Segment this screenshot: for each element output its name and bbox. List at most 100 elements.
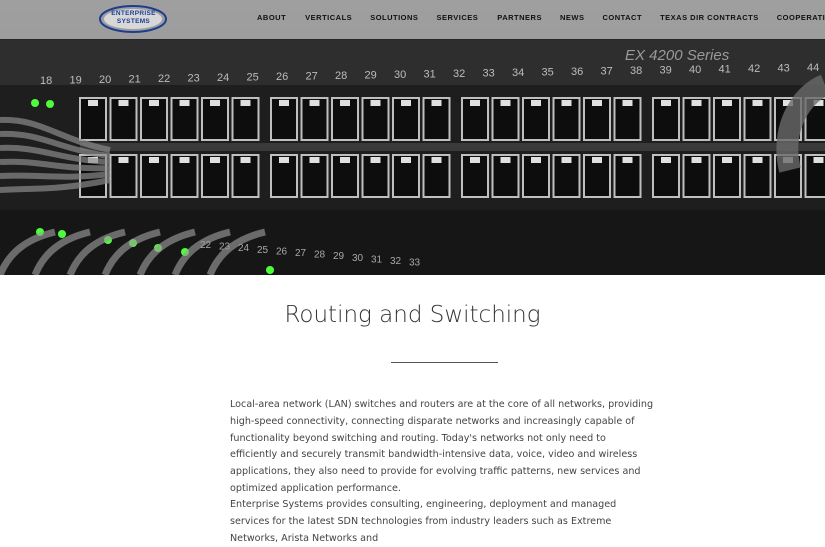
status-led (46, 100, 54, 108)
port-latch (432, 157, 442, 163)
port-number-label: 22 (158, 73, 170, 85)
port-latch (592, 157, 602, 163)
port-number-label: 31 (424, 69, 436, 81)
port-latch (722, 157, 732, 163)
services-paragraph: Enterprise Systems provides consulting, … (230, 497, 655, 547)
port-number-label: 26 (276, 246, 288, 257)
port-number-label: 24 (217, 72, 229, 84)
port-latch (180, 100, 190, 106)
port-latch (88, 100, 98, 106)
port-latch (371, 157, 381, 163)
title-divider (391, 362, 498, 363)
port-latch (692, 100, 702, 106)
port-latch (562, 157, 572, 163)
nav-item-texas-dir-contracts[interactable]: TEXAS DIR CONTRACTS (660, 13, 759, 22)
nav-item-news[interactable]: NEWS (560, 13, 585, 22)
port-number-label: 36 (571, 66, 583, 78)
status-led (31, 99, 39, 107)
port-number-label: 32 (453, 68, 465, 80)
port-number-label: 33 (409, 258, 421, 269)
status-led (266, 266, 274, 274)
port-latch (371, 100, 381, 106)
status-led (58, 230, 66, 238)
port-latch (661, 157, 671, 163)
port-latch (753, 157, 763, 163)
port-number-label: 40 (689, 64, 701, 76)
port-latch (592, 100, 602, 106)
port-latch (149, 157, 159, 163)
port-number-label: 27 (306, 71, 318, 83)
port-number-label: 29 (333, 251, 345, 262)
port-latch (661, 100, 671, 106)
port-number-label: 43 (778, 63, 790, 75)
port-latch (501, 157, 511, 163)
enterprise-systems-logo[interactable]: ENTERPRISE SYSTEMS (99, 3, 168, 34)
port-number-label: 38 (630, 65, 642, 77)
port-number-label: 31 (371, 254, 383, 265)
port-latch (310, 157, 320, 163)
port-latch (241, 157, 251, 163)
port-number-label: 33 (483, 68, 495, 80)
port-latch (623, 157, 633, 163)
port-latch (753, 100, 763, 106)
port-latch (119, 157, 129, 163)
port-latch (562, 100, 572, 106)
logo-text-line2: SYSTEMS (99, 18, 168, 25)
port-latch (814, 157, 824, 163)
port-latch (340, 157, 350, 163)
port-latch (470, 157, 480, 163)
page-title: Routing and Switching (0, 302, 825, 328)
port-latch (722, 100, 732, 106)
nav-item-solutions[interactable]: SOLUTIONS (370, 13, 418, 22)
port-number-label: 34 (512, 67, 524, 79)
port-latch (180, 157, 190, 163)
nav-item-verticals[interactable]: VERTICALS (305, 13, 352, 22)
port-number-label: 19 (70, 75, 82, 87)
port-number-label: 29 (365, 70, 377, 82)
port-number-label: 41 (719, 64, 731, 76)
port-latch (279, 100, 289, 106)
port-number-label: 30 (394, 69, 406, 81)
port-row-separator (80, 143, 825, 151)
port-latch (531, 157, 541, 163)
port-number-label: 30 (352, 253, 364, 264)
nav-item-partners[interactable]: PARTNERS (497, 13, 542, 22)
port-number-label: 28 (314, 250, 326, 261)
port-latch (501, 100, 511, 106)
port-number-label: 42 (748, 63, 760, 75)
port-latch (692, 157, 702, 163)
port-latch (623, 100, 633, 106)
network-cable (0, 174, 110, 177)
port-number-label: 39 (660, 65, 672, 77)
port-latch (210, 100, 220, 106)
switch-model-label: EX 4200 Series (625, 47, 730, 64)
port-number-label: 21 (129, 74, 141, 86)
port-number-label: 32 (390, 256, 402, 267)
nav-item-contact[interactable]: CONTACT (602, 13, 642, 22)
port-number-label: 20 (99, 74, 111, 86)
port-number-label: 26 (276, 71, 288, 83)
port-latch (432, 100, 442, 106)
port-latch (210, 157, 220, 163)
port-number-label: 25 (247, 72, 259, 84)
port-number-label: 25 (257, 245, 269, 256)
port-latch (119, 100, 129, 106)
port-number-label: 35 (542, 67, 554, 79)
nav-item-about[interactable]: ABOUT (257, 13, 286, 22)
hero-banner-image: EX 4200 Series 18 19 20 21 22 23 24 25 26 27 28 29 3… (0, 0, 825, 275)
port-number-label: 28 (335, 70, 347, 82)
nav-item-services[interactable]: SERVICES (436, 13, 478, 22)
logo-text-line1: ENTERPRISE (99, 10, 168, 17)
network-switch-illustration: EX 4200 Series 18 19 20 21 22 23 24 25 26 27 28 29 3… (0, 0, 825, 275)
port-latch (531, 100, 541, 106)
intro-paragraph: Local-area network (LAN) switches and ro… (230, 397, 655, 498)
port-number-label: 37 (601, 66, 613, 78)
port-latch (149, 100, 159, 106)
port-number-label: 18 (40, 75, 52, 87)
nav-item-cooperatives[interactable]: COOPERATIVES (777, 13, 825, 22)
port-latch (279, 157, 289, 163)
top-navigation-bar: ENTERPRISE SYSTEMS ABOUT VERTICALS SOLUT… (0, 0, 825, 39)
port-latch (310, 100, 320, 106)
main-nav: ABOUT VERTICALS SOLUTIONS SERVICES PARTN… (257, 13, 825, 22)
port-number-label: 23 (188, 73, 200, 85)
